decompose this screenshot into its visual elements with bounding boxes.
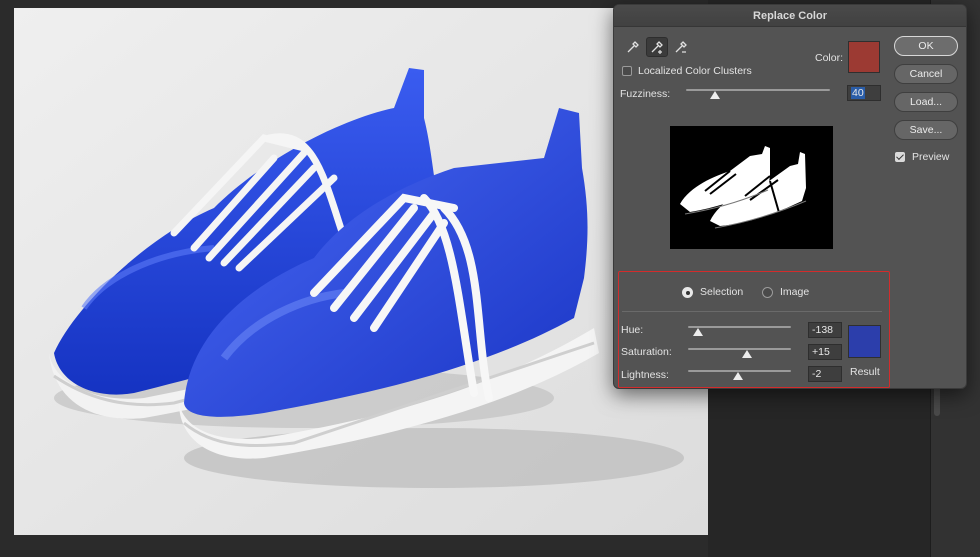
color-swatch[interactable] bbox=[848, 41, 880, 73]
lightness-field[interactable]: -2 bbox=[808, 366, 842, 382]
load-button[interactable]: Load... bbox=[894, 92, 958, 112]
saturation-label: Saturation: bbox=[621, 346, 672, 358]
fuzziness-slider-thumb[interactable] bbox=[709, 91, 720, 99]
preview-checkbox[interactable] bbox=[895, 152, 905, 162]
result-label: Result bbox=[850, 366, 880, 378]
saturation-slider[interactable] bbox=[688, 348, 791, 350]
selection-preview bbox=[670, 126, 833, 249]
lightness-label: Lightness: bbox=[621, 369, 669, 381]
sneaker-photo bbox=[14, 8, 708, 535]
image-radio[interactable] bbox=[762, 287, 773, 298]
dialog-title: Replace Color bbox=[614, 5, 966, 27]
result-swatch[interactable] bbox=[848, 325, 881, 358]
preview-label: Preview bbox=[912, 151, 950, 163]
image-radio-label: Image bbox=[780, 286, 810, 298]
hue-slider[interactable] bbox=[688, 326, 791, 328]
hue-slider-thumb[interactable] bbox=[693, 328, 704, 336]
hue-label: Hue: bbox=[621, 324, 644, 336]
fuzziness-label: Fuzziness: bbox=[620, 88, 671, 100]
divider bbox=[622, 311, 882, 312]
eyedropper-plus-icon[interactable] bbox=[646, 37, 668, 57]
hue-field[interactable]: -138 bbox=[808, 322, 842, 338]
eyedropper-minus-icon[interactable] bbox=[670, 37, 692, 57]
cancel-button[interactable]: Cancel bbox=[894, 64, 958, 84]
fuzziness-value: 40 bbox=[851, 87, 865, 99]
save-button[interactable]: Save... bbox=[894, 120, 958, 140]
fuzziness-slider[interactable] bbox=[686, 89, 830, 91]
selection-radio-label: Selection bbox=[700, 286, 744, 298]
eyedropper-icon[interactable] bbox=[622, 37, 644, 57]
ok-button[interactable]: OK bbox=[894, 36, 958, 56]
saturation-slider-thumb[interactable] bbox=[741, 350, 752, 358]
replace-color-dialog: Replace Color Color: Localized Color Clu… bbox=[613, 4, 967, 389]
fuzziness-field[interactable]: 40 bbox=[847, 85, 881, 101]
selection-radio[interactable] bbox=[682, 287, 693, 298]
document-canvas[interactable] bbox=[14, 8, 708, 535]
localized-color-clusters-label: Localized Color Clusters bbox=[638, 65, 752, 77]
color-label: Color: bbox=[815, 52, 844, 64]
localized-color-clusters-checkbox[interactable] bbox=[622, 66, 632, 76]
lightness-slider-thumb[interactable] bbox=[733, 372, 744, 380]
saturation-field[interactable]: +15 bbox=[808, 344, 842, 360]
